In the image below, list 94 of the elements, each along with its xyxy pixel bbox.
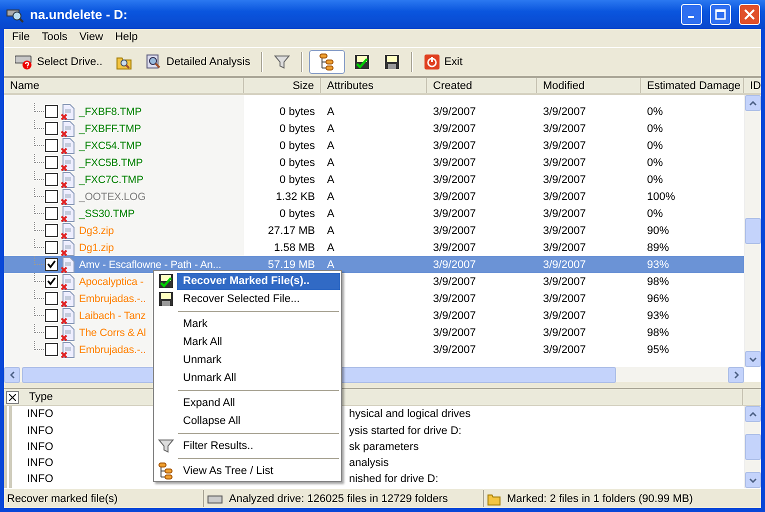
file-name: _FXC7C.TMP [79, 174, 144, 186]
file-name: Dg1.zip [79, 242, 114, 254]
file-name: _FXC54.TMP [79, 140, 142, 152]
modified-date: 3/9/2007 [543, 140, 586, 152]
damage-value: 96% [647, 292, 670, 305]
file-name: _FXBFF.TMP [79, 122, 142, 135]
created-date: 3/9/2007 [433, 208, 476, 220]
log-message: sk parameters [349, 440, 419, 453]
log-type: INFO [27, 440, 54, 453]
modified-date: 3/9/2007 [543, 310, 586, 322]
file-size: 0 bytes [280, 174, 315, 186]
created-date: 3/9/2007 [433, 224, 476, 237]
file-name: Laibach - Tanz [79, 310, 146, 322]
modified-date: 3/9/2007 [543, 208, 586, 220]
damage-value: 0% [647, 174, 663, 186]
file-attributes: A [327, 242, 334, 254]
file-attributes: A [327, 174, 334, 186]
file-size: 0 bytes [280, 106, 315, 118]
created-date: 3/9/2007 [433, 326, 476, 339]
damage-value: 93% [647, 258, 670, 271]
created-date: 3/9/2007 [433, 310, 476, 322]
file-name: _SS30.TMP [79, 208, 135, 220]
created-date: 3/9/2007 [433, 242, 476, 254]
created-date: 3/9/2007 [433, 140, 476, 152]
status-text: Marked: 2 files in 1 folders (90.99 MB) [507, 492, 693, 505]
file-name: Amv - Escaflowne - Path - An... [79, 258, 222, 271]
file-name: Dg3.zip [79, 224, 114, 237]
damage-value: 0% [647, 140, 663, 152]
modified-date: 3/9/2007 [543, 326, 586, 339]
file-name: Apocalyptica - [79, 276, 144, 288]
log-message: analysis [349, 456, 389, 469]
damage-value: 0% [647, 156, 663, 169]
file-size: 0 bytes [280, 122, 315, 135]
damage-value: 0% [647, 208, 663, 220]
window-title: na.undelete - D: [30, 7, 129, 22]
log-type: INFO [27, 456, 54, 469]
log-message: ysis started for drive D: [349, 424, 462, 437]
file-attributes: A [327, 106, 334, 118]
created-date: 3/9/2007 [433, 258, 476, 271]
modified-date: 3/9/2007 [543, 344, 586, 356]
log-message: nished for drive D: [349, 473, 438, 486]
file-size: 0 bytes [280, 208, 315, 220]
file-name: The Corrs & Al [79, 326, 146, 339]
file-name: _OOTEX.LOG [79, 190, 146, 203]
modified-date: 3/9/2007 [543, 174, 586, 186]
damage-value: 98% [647, 326, 670, 339]
damage-value: 0% [647, 106, 663, 118]
modified-date: 3/9/2007 [543, 292, 586, 305]
file-size: 1.32 KB [276, 190, 315, 203]
status-text: Recover marked file(s) [7, 492, 118, 505]
log-type: INFO [27, 473, 54, 486]
modified-date: 3/9/2007 [543, 106, 586, 118]
file-name: Embrujadas.-.. [79, 292, 146, 305]
damage-value: 95% [647, 344, 670, 356]
modified-date: 3/9/2007 [543, 258, 586, 271]
status-text: Analyzed drive: 126025 files in 12729 folders [229, 492, 448, 505]
damage-value: 90% [647, 224, 670, 237]
file-attributes: A [327, 258, 334, 271]
damage-value: 98% [647, 276, 670, 288]
file-attributes: A [327, 190, 334, 203]
damage-value: 93% [647, 310, 670, 322]
log-type: INFO [27, 424, 54, 437]
modified-date: 3/9/2007 [543, 242, 586, 254]
log-type: INFO [27, 408, 54, 420]
file-name: _FXC5B.TMP [79, 156, 143, 169]
created-date: 3/9/2007 [433, 174, 476, 186]
modified-date: 3/9/2007 [543, 276, 586, 288]
created-date: 3/9/2007 [433, 292, 476, 305]
created-date: 3/9/2007 [433, 156, 476, 169]
file-size: 0 bytes [280, 156, 315, 169]
file-size: 1.58 MB [274, 242, 315, 254]
created-date: 3/9/2007 [433, 122, 476, 135]
created-date: 3/9/2007 [433, 106, 476, 118]
modified-date: 3/9/2007 [543, 122, 586, 135]
file-size: 0 bytes [280, 140, 315, 152]
modified-date: 3/9/2007 [543, 190, 586, 203]
file-name: Embrujadas.-.. [79, 344, 146, 356]
file-attributes: A [327, 140, 334, 152]
damage-value: 100% [647, 190, 676, 203]
log-message: hysical and logical drives [349, 408, 471, 420]
created-date: 3/9/2007 [433, 276, 476, 288]
damage-value: 89% [647, 242, 670, 254]
created-date: 3/9/2007 [433, 344, 476, 356]
damage-value: 0% [647, 122, 663, 135]
file-attributes: A [327, 156, 334, 169]
file-name: _FXBF8.TMP [79, 106, 142, 118]
created-date: 3/9/2007 [433, 190, 476, 203]
file-size: 27.17 MB [268, 224, 315, 237]
file-attributes: A [327, 208, 334, 220]
modified-date: 3/9/2007 [543, 224, 586, 237]
file-attributes: A [327, 224, 334, 237]
file-size: 57.19 MB [268, 258, 315, 271]
file-attributes: A [327, 122, 334, 135]
modified-date: 3/9/2007 [543, 156, 586, 169]
